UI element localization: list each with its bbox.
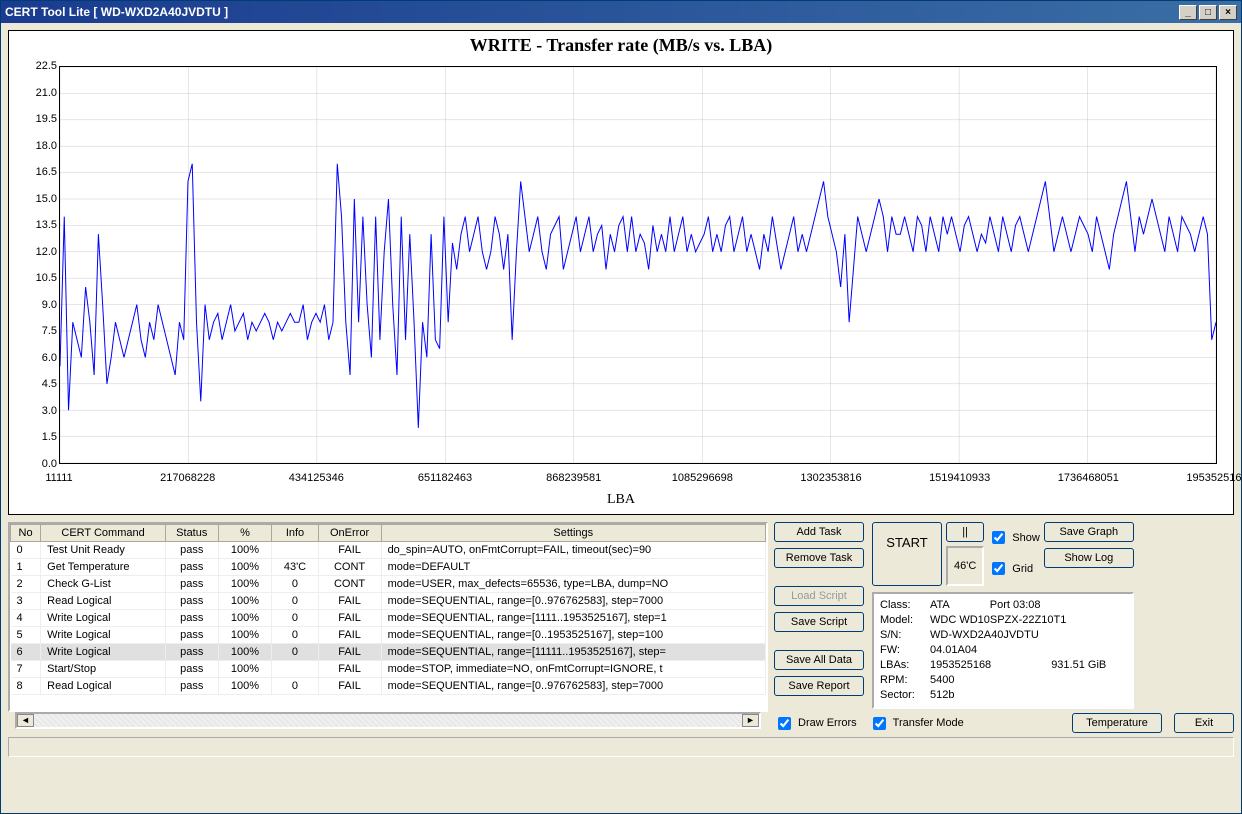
column-header[interactable]: OnError <box>318 525 381 542</box>
y-tick: 18.0 <box>9 140 57 152</box>
draw-errors-checkbox[interactable]: Draw Errors <box>774 714 857 733</box>
exit-button[interactable]: Exit <box>1174 713 1234 733</box>
temperature-display: 46'C <box>946 546 984 586</box>
x-tick: 434125346 <box>289 472 344 484</box>
temperature-button[interactable]: Temperature <box>1072 713 1162 733</box>
column-header[interactable]: CERT Command <box>41 525 166 542</box>
command-table[interactable]: NoCERT CommandStatus%InfoOnErrorSettings… <box>8 522 768 712</box>
close-button[interactable]: × <box>1219 5 1237 20</box>
start-button[interactable]: START <box>872 522 942 586</box>
y-tick: 4.5 <box>9 378 57 390</box>
transfer-mode-checkbox[interactable]: Transfer Mode <box>869 714 964 733</box>
table-row[interactable]: 1Get Temperaturepass100%43'CCONTmode=DEF… <box>11 559 766 576</box>
column-header[interactable]: No <box>11 525 41 542</box>
plot-area <box>59 66 1217 464</box>
x-tick: 1519410933 <box>929 472 990 484</box>
column-header[interactable]: Info <box>272 525 318 542</box>
x-tick: 11111 <box>45 472 72 484</box>
x-tick: 1953525168 <box>1186 472 1242 484</box>
table-row[interactable]: 6Write Logicalpass100%0FAILmode=SEQUENTI… <box>11 644 766 661</box>
titlebar: CERT Tool Lite [ WD-WXD2A40JVDTU ] _ □ × <box>1 1 1241 23</box>
x-tick: 1302353816 <box>800 472 861 484</box>
y-tick: 22.5 <box>9 60 57 72</box>
save-all-data-button[interactable]: Save All Data <box>774 650 864 670</box>
minimize-button[interactable]: _ <box>1179 5 1197 20</box>
table-row[interactable]: 5Write Logicalpass100%0FAILmode=SEQUENTI… <box>11 627 766 644</box>
maximize-button[interactable]: □ <box>1199 5 1217 20</box>
remove-task-button[interactable]: Remove Task <box>774 548 864 568</box>
drive-info-panel: Class:ATAPort 03:08 Model:WDC WD10SPZX-2… <box>872 592 1134 709</box>
table-row[interactable]: 4Write Logicalpass100%0FAILmode=SEQUENTI… <box>11 610 766 627</box>
x-tick: 651182463 <box>418 472 472 484</box>
y-tick: 1.5 <box>9 431 57 443</box>
column-header[interactable]: Settings <box>381 525 765 542</box>
show-log-button[interactable]: Show Log <box>1044 548 1134 568</box>
chart-title: WRITE - Transfer rate (MB/s vs. LBA) <box>9 31 1233 56</box>
x-tick: 868239581 <box>546 472 601 484</box>
show-checkbox[interactable]: Show <box>988 528 1040 547</box>
y-tick: 3.0 <box>9 405 57 417</box>
y-tick: 6.0 <box>9 352 57 364</box>
y-tick: 13.5 <box>9 219 57 231</box>
column-header[interactable]: Status <box>165 525 218 542</box>
y-tick: 15.0 <box>9 193 57 205</box>
pause-button[interactable]: || <box>946 522 984 542</box>
x-axis-label: LBA <box>607 492 635 508</box>
horizontal-scrollbar[interactable]: ◄► <box>15 712 761 729</box>
window-title: CERT Tool Lite [ WD-WXD2A40JVDTU ] <box>5 5 228 19</box>
y-tick: 7.5 <box>9 325 57 337</box>
save-report-button[interactable]: Save Report <box>774 676 864 696</box>
table-row[interactable]: 3Read Logicalpass100%0FAILmode=SEQUENTIA… <box>11 593 766 610</box>
table-row[interactable]: 0Test Unit Readypass100%FAILdo_spin=AUTO… <box>11 542 766 559</box>
status-bar <box>8 737 1234 757</box>
y-tick: 19.5 <box>9 113 57 125</box>
y-tick: 16.5 <box>9 166 57 178</box>
add-task-button[interactable]: Add Task <box>774 522 864 542</box>
table-row[interactable]: 7Start/Stoppass100%FAILmode=STOP, immedi… <box>11 661 766 678</box>
table-row[interactable]: 2Check G-Listpass100%0CONTmode=USER, max… <box>11 576 766 593</box>
load-script-button[interactable]: Load Script <box>774 586 864 606</box>
table-row[interactable]: 8Read Logicalpass100%0FAILmode=SEQUENTIA… <box>11 678 766 695</box>
x-tick: 1736468051 <box>1058 472 1119 484</box>
column-header[interactable]: % <box>218 525 272 542</box>
y-tick: 12.0 <box>9 246 57 258</box>
save-script-button[interactable]: Save Script <box>774 612 864 632</box>
y-tick: 10.5 <box>9 272 57 284</box>
y-tick: 21.0 <box>9 87 57 99</box>
chart-panel: WRITE - Transfer rate (MB/s vs. LBA) LBA… <box>8 30 1234 515</box>
x-tick: 1085296698 <box>672 472 733 484</box>
x-tick: 217068228 <box>160 472 215 484</box>
save-graph-button[interactable]: Save Graph <box>1044 522 1134 542</box>
y-tick: 0.0 <box>9 458 57 470</box>
y-tick: 9.0 <box>9 299 57 311</box>
grid-checkbox[interactable]: Grid <box>988 559 1040 578</box>
